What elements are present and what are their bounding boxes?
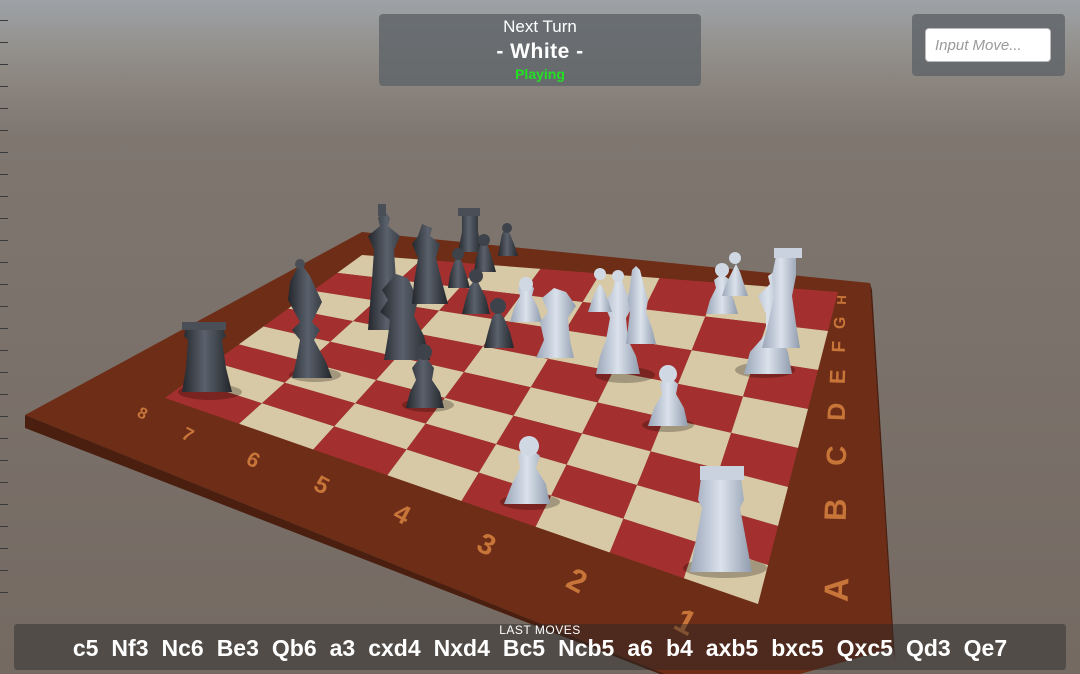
move-input-panel	[912, 14, 1065, 76]
game-viewport[interactable]: 87654321 ABCDEFGH	[0, 0, 1080, 674]
last-moves-list: c5 Nf3 Nc6 Be3 Qb6 a3 cxd4 Nxd4 Bc5 Ncb5 a6 b4 axb5 b…	[14, 635, 1066, 662]
file-label: F	[829, 341, 850, 353]
move-entry: axb5	[705, 635, 759, 661]
move-entry: cxd4	[368, 635, 421, 661]
move-entry: Bc5	[502, 635, 546, 661]
file-label: G	[832, 316, 849, 329]
current-player: - White -	[496, 40, 584, 63]
file-label: E	[825, 369, 850, 385]
file-label: C	[821, 445, 853, 466]
move-entry: bxc5	[771, 635, 824, 661]
move-entry: c5	[72, 635, 99, 661]
move-entry: Qb6	[271, 635, 317, 661]
move-entry: b4	[665, 635, 693, 661]
move-entry: a3	[329, 635, 356, 661]
move-entry: Nf3	[111, 635, 149, 661]
turn-panel: Next Turn - White - Playing	[379, 14, 701, 86]
file-label: D	[823, 402, 852, 421]
move-entry: a6	[627, 635, 653, 661]
move-entry: Ncb5	[558, 635, 615, 661]
move-entry: Qd3	[905, 635, 951, 661]
file-label: H	[834, 295, 849, 305]
file-label: A	[818, 577, 857, 603]
move-entry: Qe7	[963, 635, 1008, 661]
game-status: Playing	[515, 66, 565, 82]
move-entry: Qxc5	[836, 635, 893, 661]
move-entry: Nc6	[161, 635, 204, 661]
last-moves-label: LAST MOVES	[499, 623, 581, 637]
move-entry: Be3	[216, 635, 259, 661]
file-label: B	[818, 498, 854, 522]
move-input[interactable]	[925, 28, 1051, 62]
move-entry: Nxd4	[433, 635, 490, 661]
next-turn-title: Next Turn	[503, 17, 577, 36]
